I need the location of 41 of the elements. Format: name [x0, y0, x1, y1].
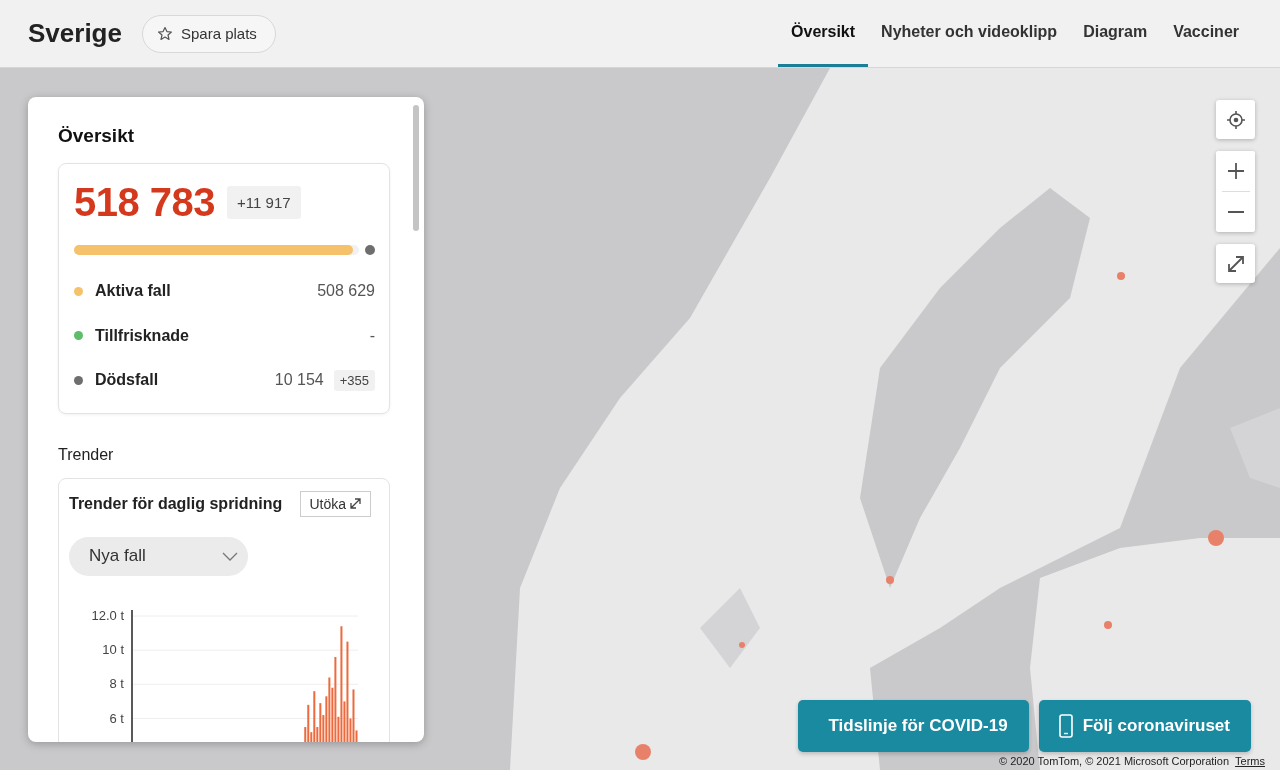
nav-tab[interactable]: Nyheter och videoklipp [868, 0, 1071, 67]
zoom-in-button[interactable] [1216, 151, 1255, 191]
action-button[interactable]: Tidslinje för COVID-19 [798, 700, 1029, 752]
plus-icon [1226, 162, 1245, 180]
total-cases: 518 783 [74, 180, 216, 225]
scrollbar[interactable] [413, 105, 419, 231]
chevron-down-icon [222, 551, 238, 561]
minus-icon [1226, 210, 1245, 214]
terms-link[interactable]: Terms [1235, 755, 1265, 767]
axis-label: 12.0 t [91, 607, 124, 623]
nav-tab[interactable]: Vacciner [1160, 0, 1252, 67]
progress-end-dot [365, 245, 375, 255]
page-title: Sverige [28, 18, 122, 49]
expand-icon [349, 497, 362, 510]
axis-label: 10 t [102, 641, 124, 657]
panel-title: Översikt [58, 125, 136, 147]
save-place-button[interactable]: Spara plats [141, 14, 276, 53]
action-button[interactable]: Följ coronaviruset [1038, 700, 1251, 752]
stat-value: 508 629 [317, 282, 375, 301]
fullscreen-button[interactable] [1216, 244, 1255, 283]
stat-label: Tillfrisknade [95, 326, 189, 345]
change-badge: +11 917 [227, 186, 301, 219]
locate-button[interactable] [1216, 100, 1255, 139]
map-attribution: © 2020 TomTom, © 2021 Microsoft Corporation [999, 755, 1230, 767]
stat-value: - [369, 326, 375, 345]
metric-dropdown[interactable]: Nya fall [69, 536, 248, 576]
expand-icon [1225, 253, 1246, 274]
stat-value: 10 154 [274, 371, 324, 390]
axis-label: 6 t [109, 710, 124, 725]
zoom-out-button[interactable] [1216, 192, 1255, 232]
star-icon [156, 25, 173, 42]
expand-button[interactable]: Utöka [300, 490, 371, 517]
phone-icon [1058, 714, 1073, 738]
axis-label: 8 t [109, 675, 124, 691]
change-badge: +355 [333, 369, 375, 391]
nav-tab[interactable]: Diagram [1070, 0, 1161, 67]
stat-label: Dödsfall [95, 371, 159, 390]
section-heading: Trender [58, 445, 115, 464]
stat-label: Aktiva fall [95, 282, 171, 301]
card-title: Trender för daglig spridning [69, 494, 283, 513]
locate-icon [1225, 109, 1246, 130]
